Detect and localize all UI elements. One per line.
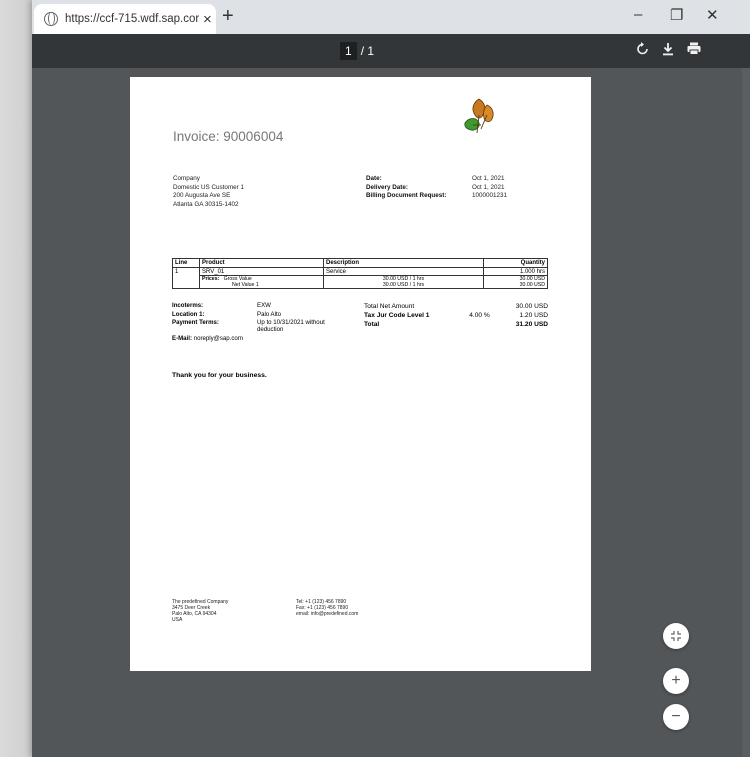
company-logo bbox=[464, 98, 494, 134]
tab-close-icon[interactable]: × bbox=[203, 12, 212, 27]
payment-terms-label: Payment Terms: bbox=[172, 319, 219, 326]
globe-icon bbox=[44, 12, 58, 26]
tax-row: Tax Jur Code Level 1 4.00 % 1.20 USD bbox=[364, 311, 548, 320]
tab-title: https://ccf-715.wdf.sap.corp/sap bbox=[65, 13, 199, 25]
download-icon[interactable] bbox=[662, 42, 674, 61]
grand-total-row: Total 31.20 USD bbox=[364, 320, 548, 329]
print-icon[interactable] bbox=[687, 42, 701, 60]
pdf-toolbar: 1 / 1 bbox=[32, 34, 750, 68]
col-product: Product bbox=[199, 258, 324, 268]
price-spacer bbox=[172, 275, 200, 289]
minimize-button[interactable]: – bbox=[634, 6, 642, 23]
net-unit-price: 30.00 USD / 1 hrs bbox=[382, 282, 425, 288]
billing-request-value: 1000001231 bbox=[472, 192, 508, 199]
date-label: Date: bbox=[366, 175, 382, 182]
address-line: Company bbox=[173, 175, 200, 182]
background-window bbox=[0, 0, 32, 757]
zoom-in-button[interactable]: + bbox=[663, 668, 689, 694]
tax-value: 1.20 USD bbox=[519, 312, 548, 319]
total-value: 31.20 USD bbox=[515, 321, 548, 328]
zoom-out-button[interactable]: − bbox=[663, 704, 689, 730]
cell-quantity: 1.000 hrs bbox=[483, 267, 548, 276]
address-line: Atlanta GA 30315-1402 bbox=[173, 200, 239, 208]
totals-block: Total Net Amount 30.00 USD Tax Jur Code … bbox=[364, 302, 548, 329]
footer-company: The predefined Company 3475 Deer Creek P… bbox=[172, 599, 228, 623]
browser-tab[interactable]: https://ccf-715.wdf.sap.corp/sap × bbox=[34, 4, 216, 34]
items-table: Line Product Description Quantity 1 SRV_… bbox=[172, 258, 548, 289]
background-panel bbox=[0, 0, 32, 757]
incoterms-value: EXW bbox=[257, 302, 271, 309]
cell-description: Service bbox=[323, 267, 484, 276]
restore-button[interactable]: ❐ bbox=[670, 6, 683, 24]
page-total: 1 bbox=[367, 44, 375, 58]
location-label: Location 1: bbox=[172, 310, 205, 318]
rotate-icon[interactable] bbox=[636, 42, 649, 61]
scrollbar[interactable] bbox=[742, 68, 750, 757]
prices-cell: Prices: Gross Value Net Value 1 bbox=[199, 275, 324, 289]
footer-contact: Tel: +1 (123) 456 7890 Fax: +1 (123) 456… bbox=[296, 599, 358, 617]
pdf-viewport[interactable]: Invoice: 90006004 Company Domestic US Cu… bbox=[32, 68, 750, 757]
thank-you-note: Thank you for your business. bbox=[172, 372, 267, 379]
header-values: Oct 1, 2021 Oct 1, 2021 1000001231 bbox=[472, 175, 507, 201]
price-amount-cell: 30.00 USD 30.00 USD bbox=[483, 275, 548, 289]
net-total-label: Total Net Amount bbox=[364, 303, 415, 310]
table-row: 1 SRV_01 Service 1.000 hrs bbox=[172, 267, 548, 276]
net-total-row: Total Net Amount 30.00 USD bbox=[364, 302, 548, 311]
tax-label: Tax Jur Code Level 1 bbox=[364, 312, 430, 319]
address-line: 200 Augusta Ave SE bbox=[173, 192, 231, 199]
billing-request-label: Billing Document Request: bbox=[366, 192, 447, 199]
new-tab-button[interactable]: + bbox=[222, 6, 234, 26]
address-line: Domestic US Customer 1 bbox=[173, 183, 245, 191]
col-line: Line bbox=[172, 258, 200, 268]
terms-block: Incoterms: EXW Location 1: Palo Alto Payme… bbox=[172, 302, 357, 344]
net-amount: 30.00 USD bbox=[519, 282, 545, 288]
tab-strip: https://ccf-715.wdf.sap.corp/sap × + – ❐… bbox=[32, 0, 750, 34]
footer-line: USA bbox=[172, 617, 183, 623]
close-window-button[interactable]: ✕ bbox=[706, 6, 719, 24]
browser-window: https://ccf-715.wdf.sap.corp/sap × + – ❐… bbox=[32, 0, 750, 757]
fit-page-button[interactable] bbox=[663, 623, 689, 649]
page-separator: / bbox=[360, 44, 365, 58]
header-labels: Date: Delivery Date: Billing Document Re… bbox=[366, 175, 446, 201]
invoice-title: Invoice: 90006004 bbox=[173, 129, 284, 144]
payment-terms-value: Up to 10/31/2021 without deduction bbox=[257, 319, 325, 333]
delivery-date-value: Oct 1, 2021 bbox=[472, 183, 505, 191]
delivery-date-label: Delivery Date: bbox=[366, 183, 408, 191]
pdf-page: Invoice: 90006004 Company Domestic US Cu… bbox=[130, 77, 591, 671]
footer-line: email: info@predefined.com bbox=[296, 611, 359, 617]
incoterms-label: Incoterms: bbox=[172, 302, 204, 309]
page-indicator: 1 / 1 bbox=[340, 42, 374, 60]
price-row: Prices: Gross Value Net Value 1 30.00 US… bbox=[172, 275, 548, 289]
net-total-value: 30.00 USD bbox=[515, 303, 548, 310]
col-description: Description bbox=[323, 258, 484, 268]
net-value-label: Net Value 1 bbox=[232, 282, 259, 288]
email-label: E-Mail: bbox=[172, 335, 192, 342]
table-header-row: Line Product Description Quantity bbox=[172, 258, 548, 268]
cell-line: 1 bbox=[172, 267, 200, 276]
email-value: noreply@sap.com bbox=[193, 335, 243, 342]
price-unit-cell: 30.00 USD / 1 hrs 30.00 USD / 1 hrs bbox=[323, 275, 484, 289]
location-value: Palo Alto bbox=[257, 310, 282, 318]
cell-product: SRV_01 bbox=[199, 267, 324, 276]
tax-rate: 4.00 % bbox=[469, 312, 490, 319]
total-label: Total bbox=[364, 321, 380, 328]
col-quantity: Quantity bbox=[483, 258, 548, 268]
customer-address: Company Domestic US Customer 1 200 Augus… bbox=[173, 175, 244, 209]
fit-page-icon bbox=[671, 631, 681, 641]
prices-label: Prices: bbox=[202, 276, 220, 282]
page-number-input[interactable]: 1 bbox=[340, 42, 357, 60]
date-value: Oct 1, 2021 bbox=[472, 175, 505, 182]
